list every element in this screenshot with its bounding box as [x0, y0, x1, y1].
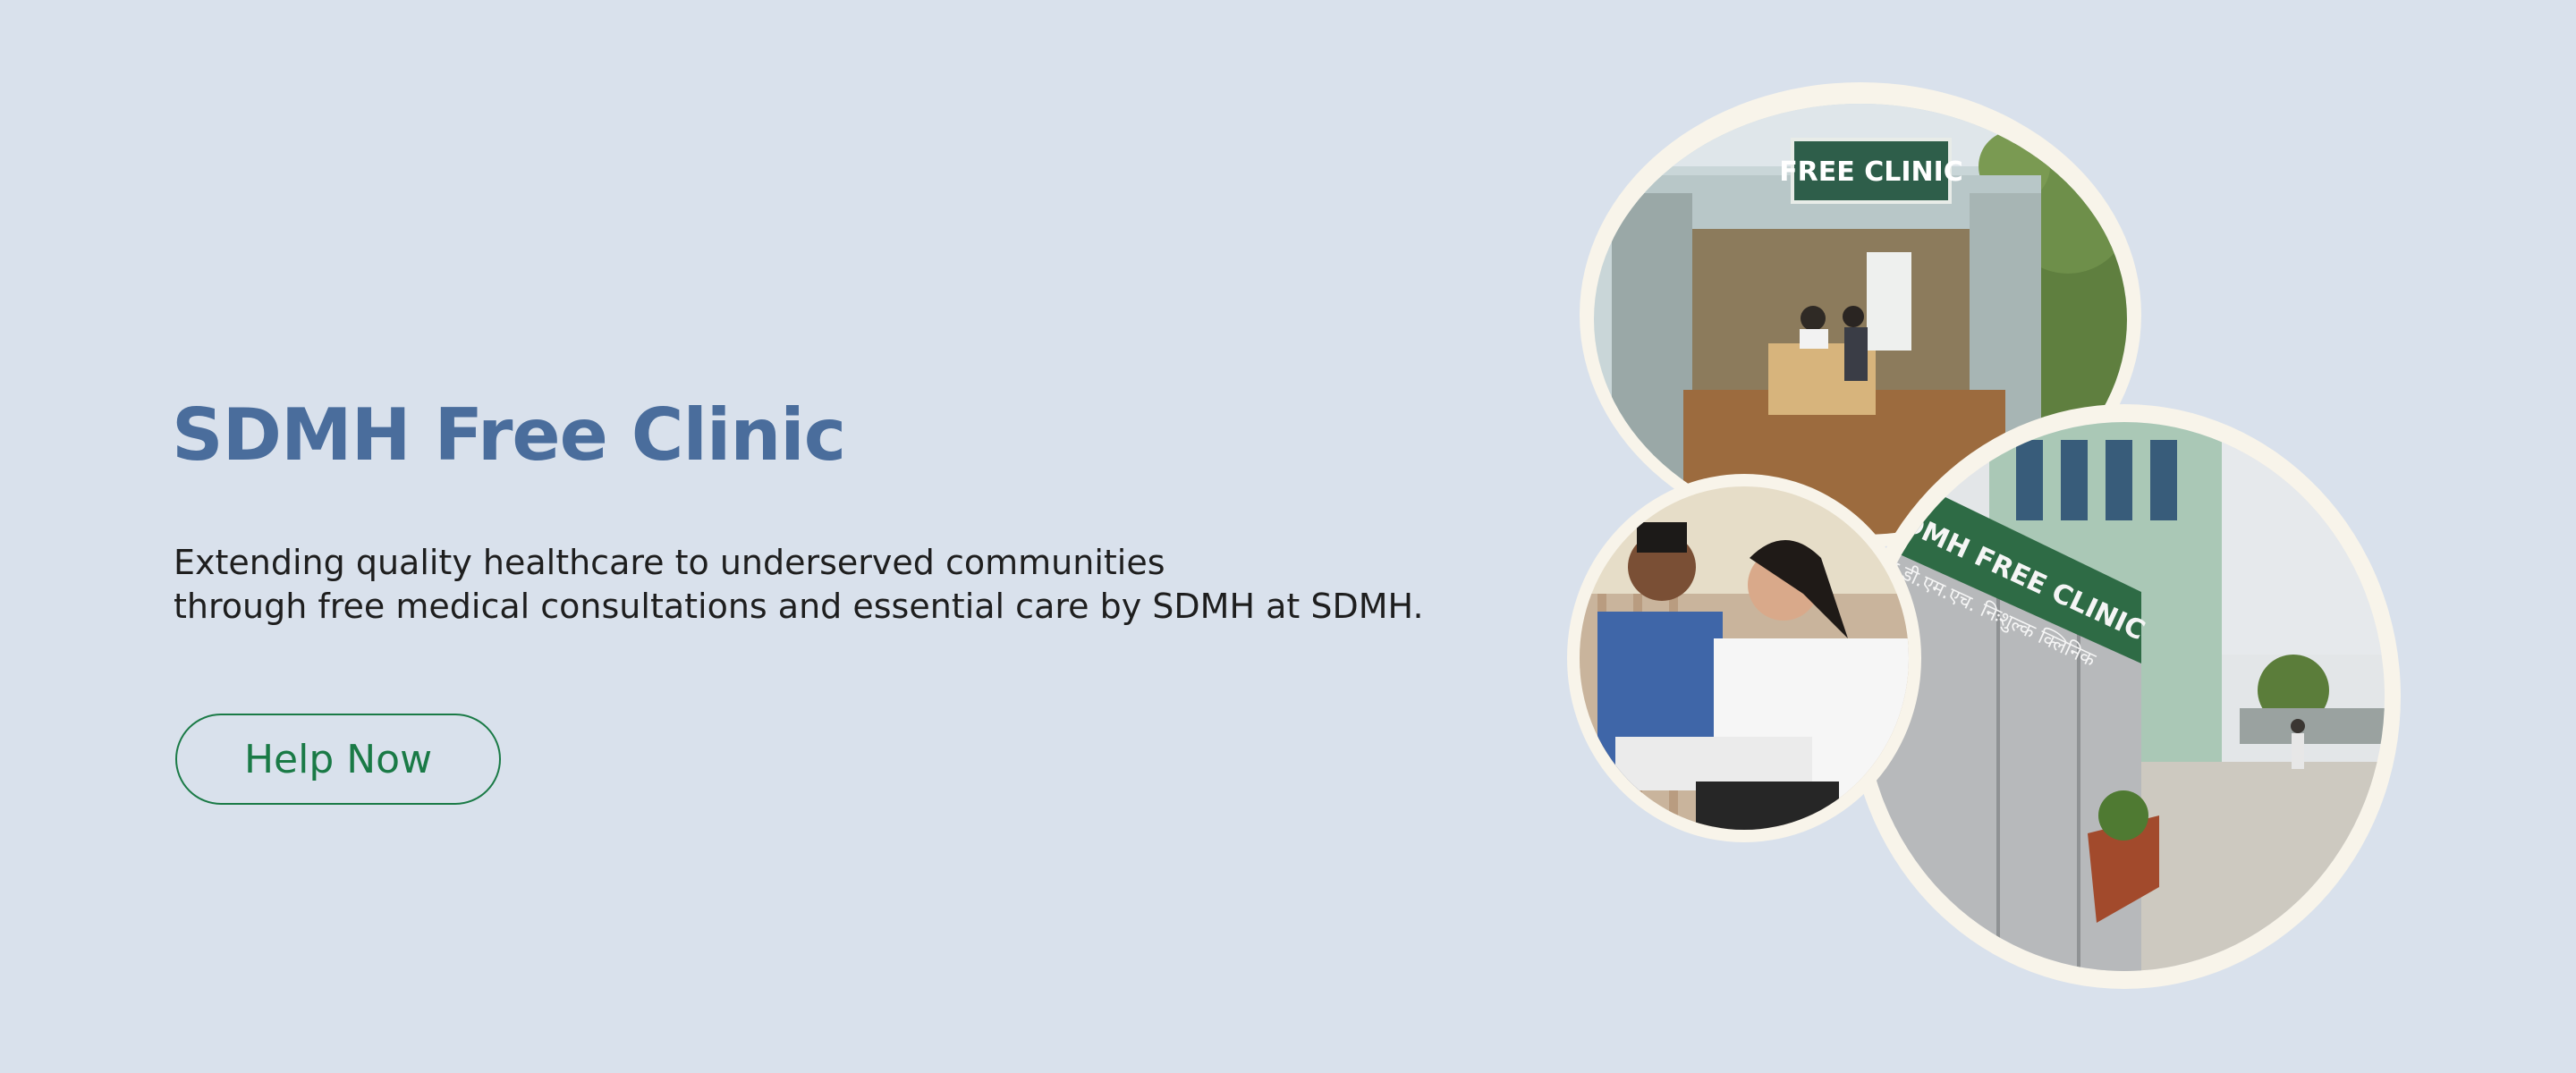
doctor-photo: [1580, 486, 1909, 830]
description-line-2: through free medical consultations and e…: [174, 587, 1424, 626]
page-title: SDMH Free Clinic: [172, 393, 846, 477]
description-line-1: Extending quality healthcare to underser…: [174, 543, 1165, 582]
hero-description: Extending quality healthcare to underser…: [174, 541, 1424, 629]
kiosk-sign-text: FREE CLINIC: [1779, 156, 1963, 188]
hero-banner: SDMH Free Clinic Extending quality healt…: [0, 0, 2576, 1073]
help-now-button[interactable]: Help Now: [175, 714, 501, 805]
doctor-photo-frame: [1567, 474, 1921, 842]
building-photo: SDMH FREE CLINIC एस.डी.एम.एच. निःशुल्क क…: [1864, 422, 2385, 971]
building-photo-frame: SDMH FREE CLINIC एस.डी.एम.एच. निःशुल्क क…: [1848, 404, 2401, 989]
